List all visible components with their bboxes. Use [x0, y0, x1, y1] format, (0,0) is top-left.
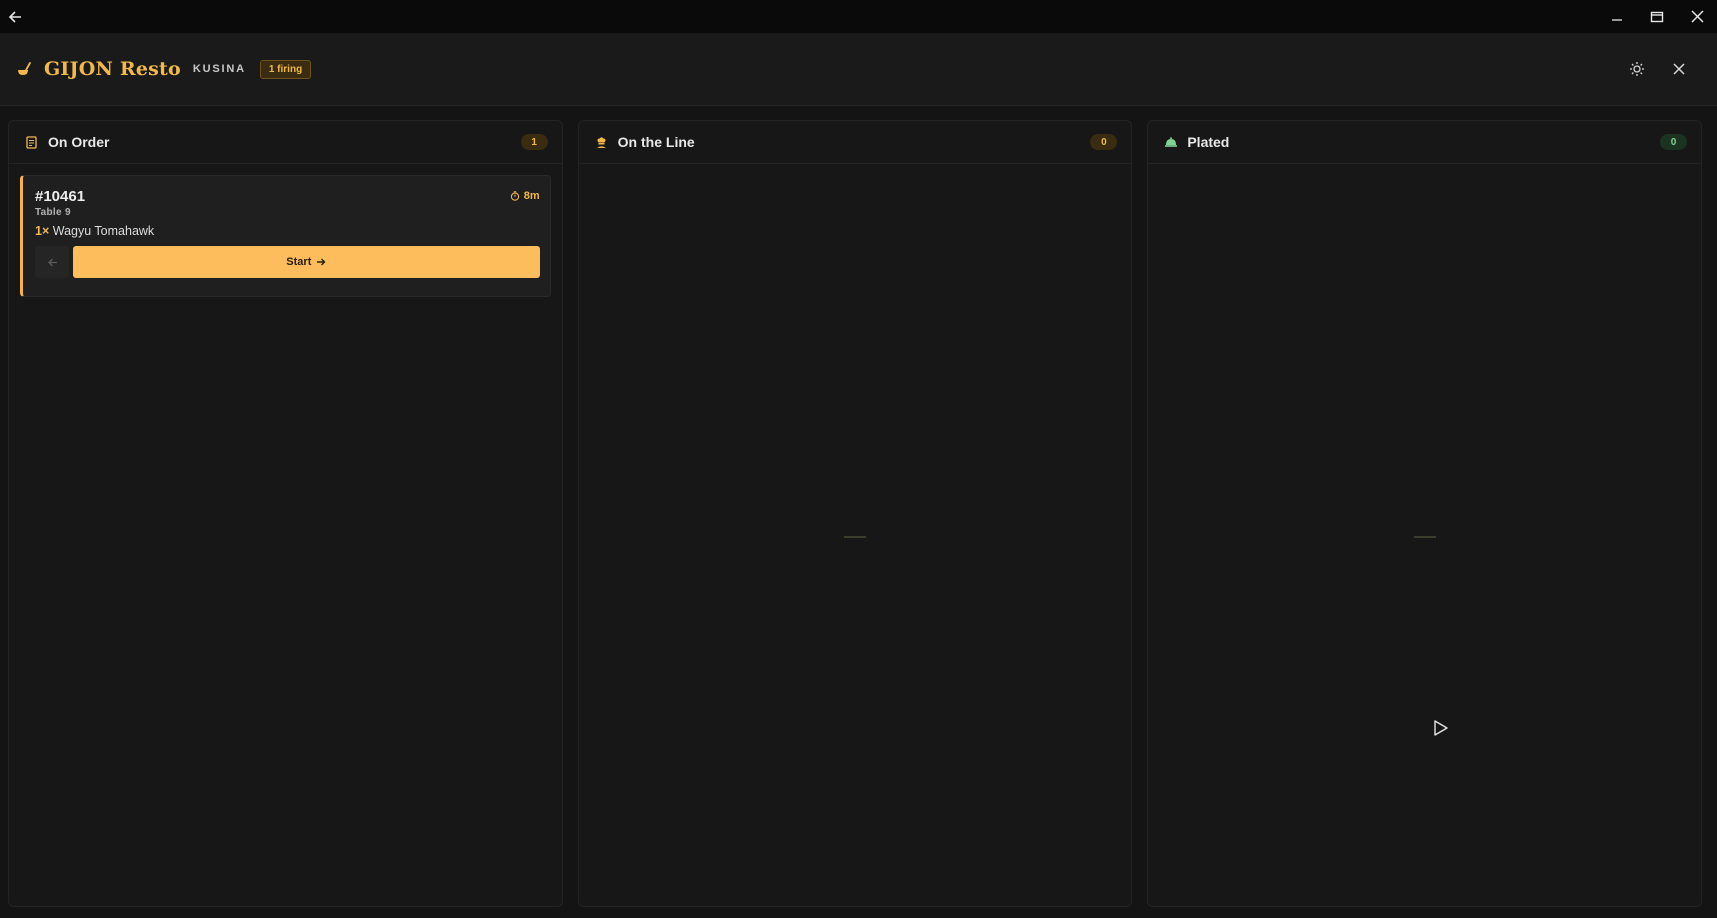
start-button-label: Start [286, 256, 312, 268]
ticket-line-item: 1× Wagyu Tomahawk [35, 224, 540, 238]
close-icon [1690, 10, 1704, 23]
window-close-button[interactable] [1677, 0, 1717, 33]
column-header: On the Line 0 [578, 121, 1132, 164]
app-header: GIJON Resto KUSINA 1 firing [0, 33, 1717, 106]
kitchen-board: On Order 1 #10461 8m Table 9 1× Wagyu To… [8, 120, 1703, 907]
column-header: Plated 0 [1148, 121, 1702, 164]
theme-toggle-button[interactable] [1623, 55, 1651, 83]
start-button[interactable]: Start [73, 246, 540, 278]
window-controls [1597, 0, 1717, 33]
column-on-order: On Order 1 #10461 8m Table 9 1× Wagyu To… [8, 120, 563, 907]
maximize-icon [1650, 11, 1664, 22]
sun-icon [1630, 62, 1644, 76]
cloche-icon [1164, 135, 1178, 149]
empty-column-indicator [844, 536, 866, 538]
brand: GIJON Resto KUSINA 1 firing [16, 58, 312, 80]
column-count: 0 [1660, 134, 1688, 150]
column-title: On the Line [617, 134, 695, 150]
header-actions [1609, 55, 1693, 83]
arrow-left-icon [47, 258, 57, 266]
column-title: Plated [1187, 134, 1230, 150]
timer-icon [510, 191, 519, 201]
ticket-timer: 8m [510, 190, 540, 202]
chef-icon [595, 135, 609, 149]
empty-column-indicator [1413, 536, 1436, 538]
column-header: On Order 1 [9, 121, 562, 164]
minimize-icon [1612, 18, 1622, 21]
ladle-icon [16, 60, 34, 78]
arrow-right-icon [317, 258, 326, 266]
brand-name: GIJON Resto [44, 58, 181, 80]
column-title: On Order [48, 134, 110, 150]
column-plated: Plated 0 [1147, 120, 1703, 907]
window-maximize-button[interactable] [1637, 0, 1677, 33]
ticket-actions: Start [35, 246, 540, 278]
exit-button[interactable] [1665, 55, 1693, 83]
order-ticket[interactable]: #10461 8m Table 9 1× Wagyu Tomahawk Star… [20, 175, 551, 297]
arrow-left-icon [8, 10, 21, 23]
window-minimize-button[interactable] [1597, 0, 1637, 33]
window-back-button[interactable] [0, 2, 30, 32]
item-quantity: 1× [35, 224, 50, 238]
item-name: Wagyu Tomahawk [52, 224, 155, 238]
window-titlebar [0, 0, 1717, 33]
column-count: 0 [1090, 134, 1118, 150]
column-count: 1 [520, 134, 548, 150]
ticket-header: #10461 8m [35, 188, 540, 205]
firing-badge: 1 firing [259, 59, 312, 79]
ticket-table: Table 9 [35, 207, 71, 218]
station-name: KUSINA [192, 63, 246, 75]
ticket-timer-value: 8m [523, 190, 540, 202]
mouse-cursor-icon [1434, 720, 1448, 736]
close-icon [1673, 63, 1685, 75]
move-back-button[interactable] [35, 246, 69, 278]
receipt-icon [25, 135, 39, 149]
column-on-the-line: On the Line 0 [577, 120, 1133, 907]
ticket-id: #10461 [35, 188, 86, 205]
